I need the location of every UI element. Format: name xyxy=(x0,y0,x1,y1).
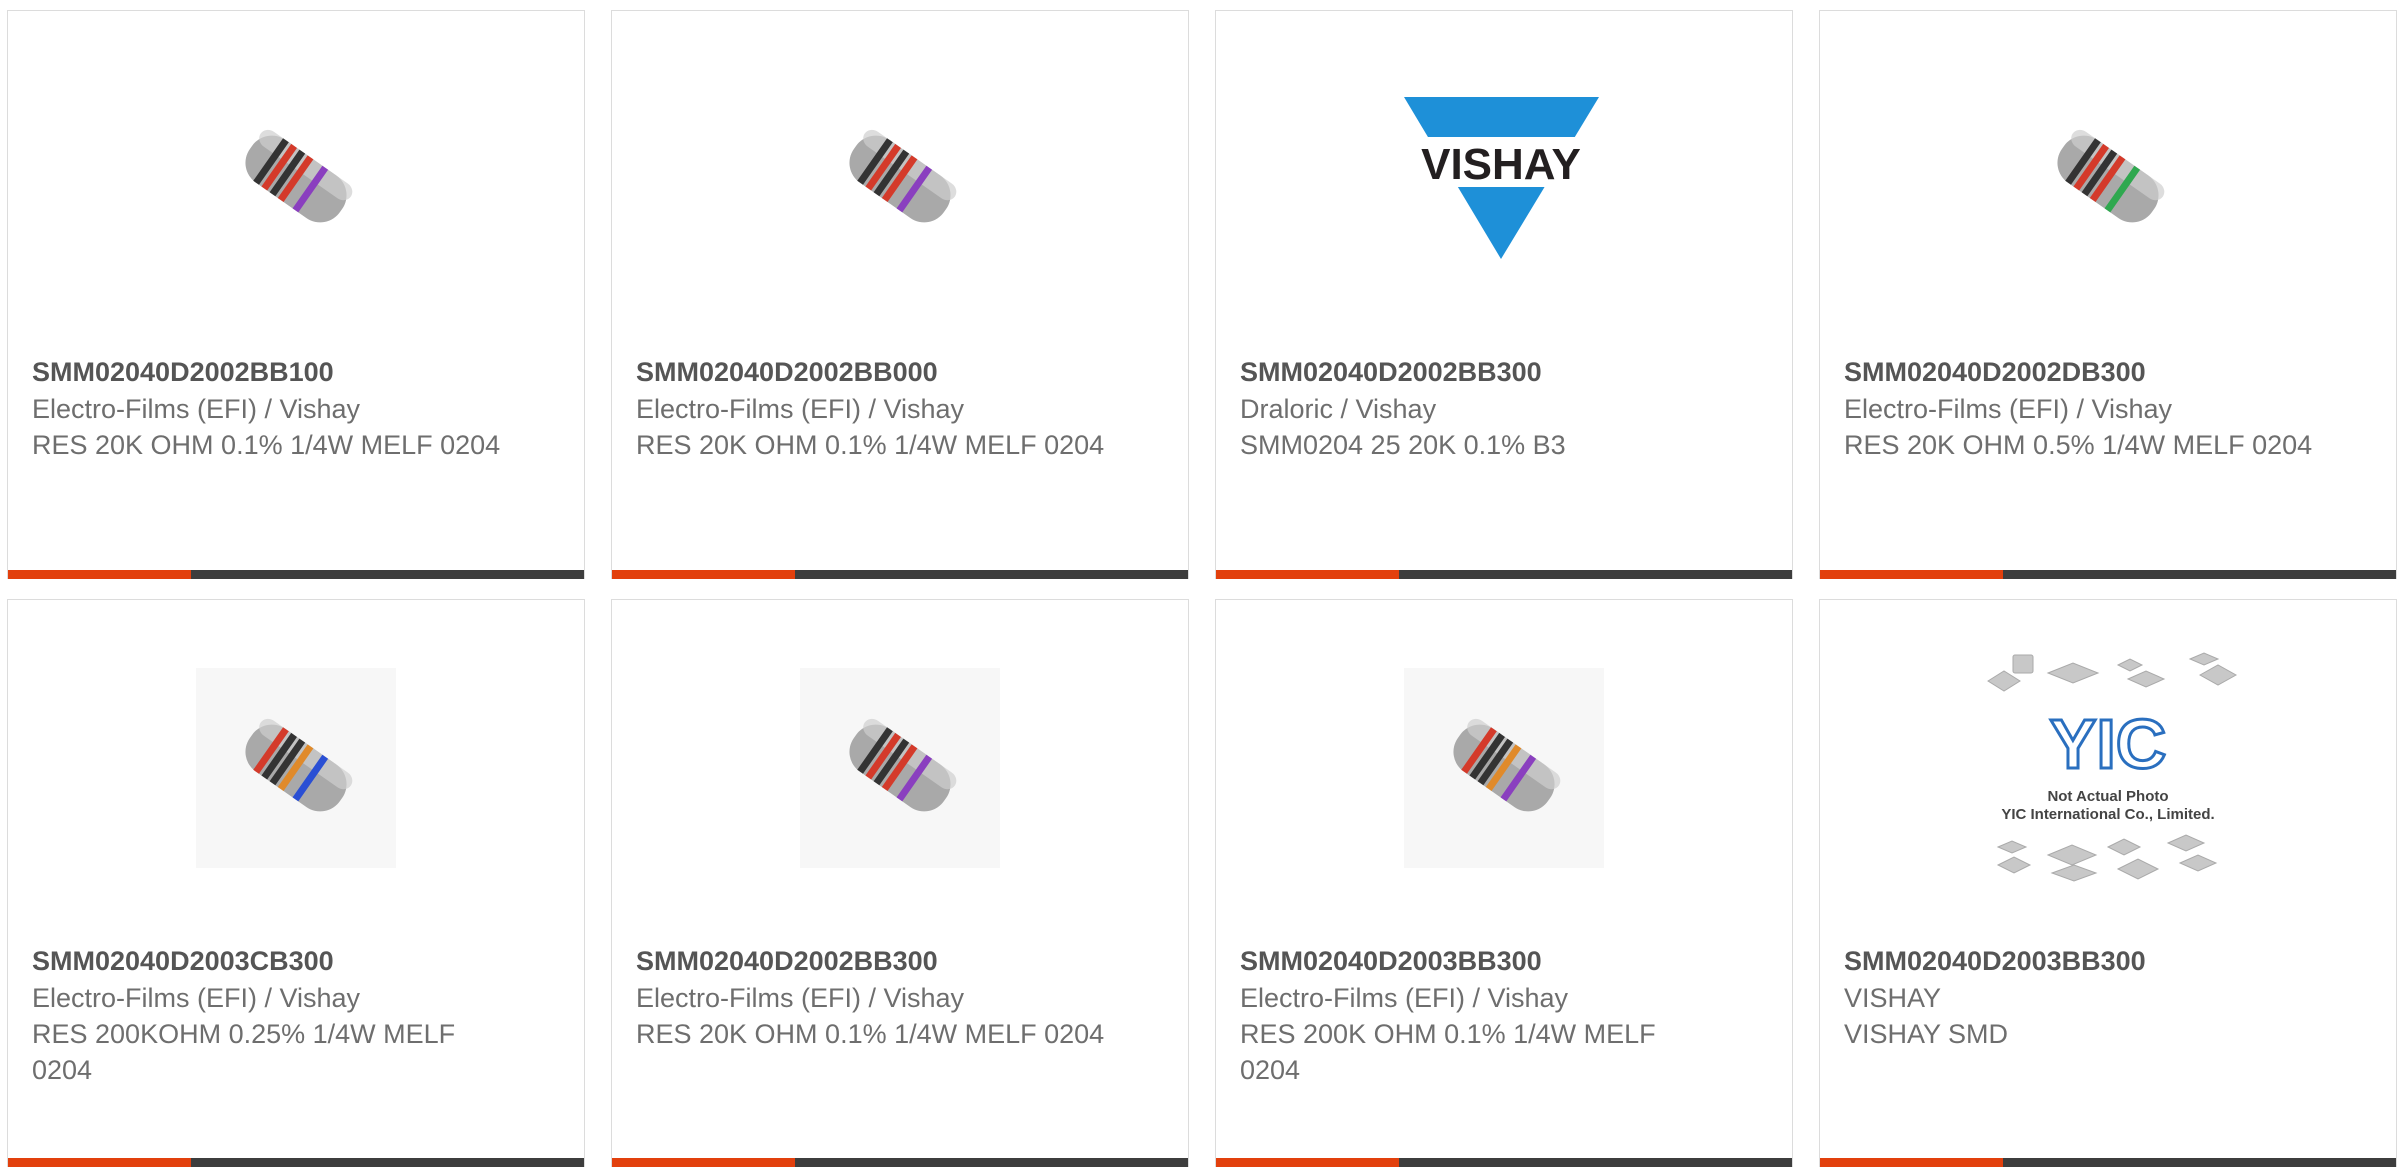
description: RES 200KOHM 0.25% 1/4W MELF 0204 xyxy=(32,1019,456,1085)
yic-placeholder-image: YIC Not Actual Photo YIC International C… xyxy=(1987,651,2238,882)
description: RES 20K OHM 0.1% 1/4W MELF 0204 xyxy=(636,1019,1105,1049)
resistor-image xyxy=(245,129,353,222)
manufacturer: Draloric / Vishay xyxy=(1240,394,1437,424)
card-bar-accent xyxy=(612,1158,795,1167)
resistor-image xyxy=(849,129,957,222)
part-number[interactable]: SMM02040D2002BB300 xyxy=(1240,354,1710,391)
card-bar-accent xyxy=(1216,1158,1399,1167)
product-card[interactable]: SMM02040D2003CB300 Electro-Films (EFI) /… xyxy=(7,599,585,1167)
card-bar-accent xyxy=(1216,570,1399,579)
card-bar xyxy=(1216,1158,1792,1167)
product-image[interactable]: VISHAY xyxy=(1216,11,1792,346)
vishay-logo-text: VISHAY xyxy=(1421,140,1581,189)
card-bar xyxy=(612,570,1188,579)
description: RES 20K OHM 0.1% 1/4W MELF 0204 xyxy=(32,430,501,460)
resistor-image xyxy=(2057,129,2165,222)
card-bar-accent xyxy=(1820,570,2003,579)
product-card[interactable]: SMM02040D2002BB000 Electro-Films (EFI) /… xyxy=(611,10,1189,579)
product-card[interactable]: YIC Not Actual Photo YIC International C… xyxy=(1819,599,2397,1167)
resistor-image xyxy=(196,667,396,868)
yic-caption-2: YIC International Co., Limited. xyxy=(2001,806,2214,823)
card-bar-accent xyxy=(8,570,191,579)
description: VISHAY SMD xyxy=(1844,1019,2009,1049)
product-image[interactable] xyxy=(8,600,584,935)
manufacturer: Electro-Films (EFI) / Vishay xyxy=(1844,394,2173,424)
product-image[interactable] xyxy=(1216,600,1792,935)
resistor-image xyxy=(1404,667,1604,868)
description: RES 20K OHM 0.1% 1/4W MELF 0204 xyxy=(636,430,1105,460)
part-number[interactable]: SMM02040D2002DB300 xyxy=(1844,354,2314,391)
manufacturer: Electro-Films (EFI) / Vishay xyxy=(636,394,965,424)
card-bar xyxy=(1820,570,2396,579)
manufacturer: VISHAY xyxy=(1844,983,1942,1013)
manufacturer: Electro-Films (EFI) / Vishay xyxy=(32,983,361,1013)
part-number[interactable]: SMM02040D2003BB300 xyxy=(1240,943,1710,980)
manufacturer: Electro-Films (EFI) / Vishay xyxy=(1240,983,1569,1013)
card-bar-accent xyxy=(612,570,795,579)
product-card[interactable]: SMM02040D2003BB300 Electro-Films (EFI) /… xyxy=(1215,599,1793,1167)
manufacturer: Electro-Films (EFI) / Vishay xyxy=(636,983,965,1013)
card-bar xyxy=(1216,570,1792,579)
card-bar xyxy=(8,1158,584,1167)
product-card[interactable]: SMM02040D2002DB300 Electro-Films (EFI) /… xyxy=(1819,10,2397,579)
product-card[interactable]: SMM02040D2002BB300 Electro-Films (EFI) /… xyxy=(611,599,1189,1167)
card-bar-accent xyxy=(8,1158,191,1167)
vishay-logo: VISHAY xyxy=(1399,96,1609,259)
yic-caption-1: Not Actual Photo xyxy=(2047,788,2168,805)
product-image[interactable] xyxy=(8,11,584,346)
description: RES 20K OHM 0.5% 1/4W MELF 0204 xyxy=(1844,430,2313,460)
resistor-image xyxy=(800,667,1000,868)
card-bar-accent xyxy=(1820,1158,2003,1167)
product-image[interactable] xyxy=(1820,11,2396,346)
product-card[interactable]: VISHAY SMM02040D2002BB300 Draloric / Vis… xyxy=(1215,10,1793,579)
product-grid: SMM02040D2002BB100 Electro-Films (EFI) /… xyxy=(0,0,2400,1167)
part-number[interactable]: SMM02040D2002BB300 xyxy=(636,943,1106,980)
part-number[interactable]: SMM02040D2002BB100 xyxy=(32,354,502,391)
manufacturer: Electro-Films (EFI) / Vishay xyxy=(32,394,361,424)
card-bar xyxy=(612,1158,1188,1167)
yic-logo-text: YIC xyxy=(2050,705,2167,783)
product-image[interactable] xyxy=(612,11,1188,346)
part-number[interactable]: SMM02040D2003BB300 xyxy=(1844,943,2314,980)
description: RES 200K OHM 0.1% 1/4W MELF 0204 xyxy=(1240,1019,1656,1085)
card-bar xyxy=(1820,1158,2396,1167)
card-bar xyxy=(8,570,584,579)
part-number[interactable]: SMM02040D2003CB300 xyxy=(32,943,502,980)
product-card[interactable]: SMM02040D2002BB100 Electro-Films (EFI) /… xyxy=(7,10,585,579)
part-number[interactable]: SMM02040D2002BB000 xyxy=(636,354,1106,391)
description: SMM0204 25 20K 0.1% B3 xyxy=(1240,430,1566,460)
product-image[interactable]: YIC Not Actual Photo YIC International C… xyxy=(1820,600,2396,935)
product-image[interactable] xyxy=(612,600,1188,935)
